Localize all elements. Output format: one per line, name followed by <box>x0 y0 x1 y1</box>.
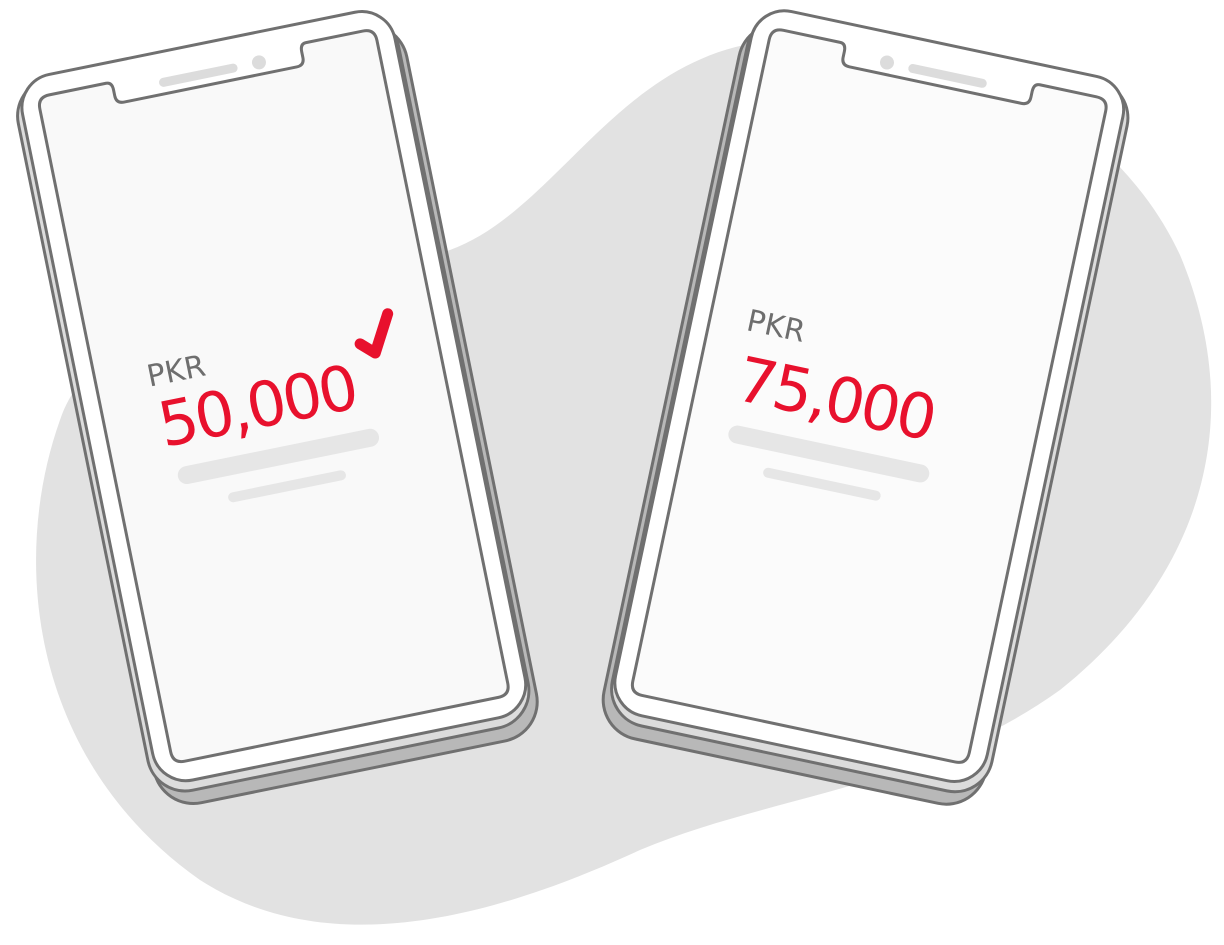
illustration: PKR 50,000 PKR 75,000 <box>16 9 1212 925</box>
